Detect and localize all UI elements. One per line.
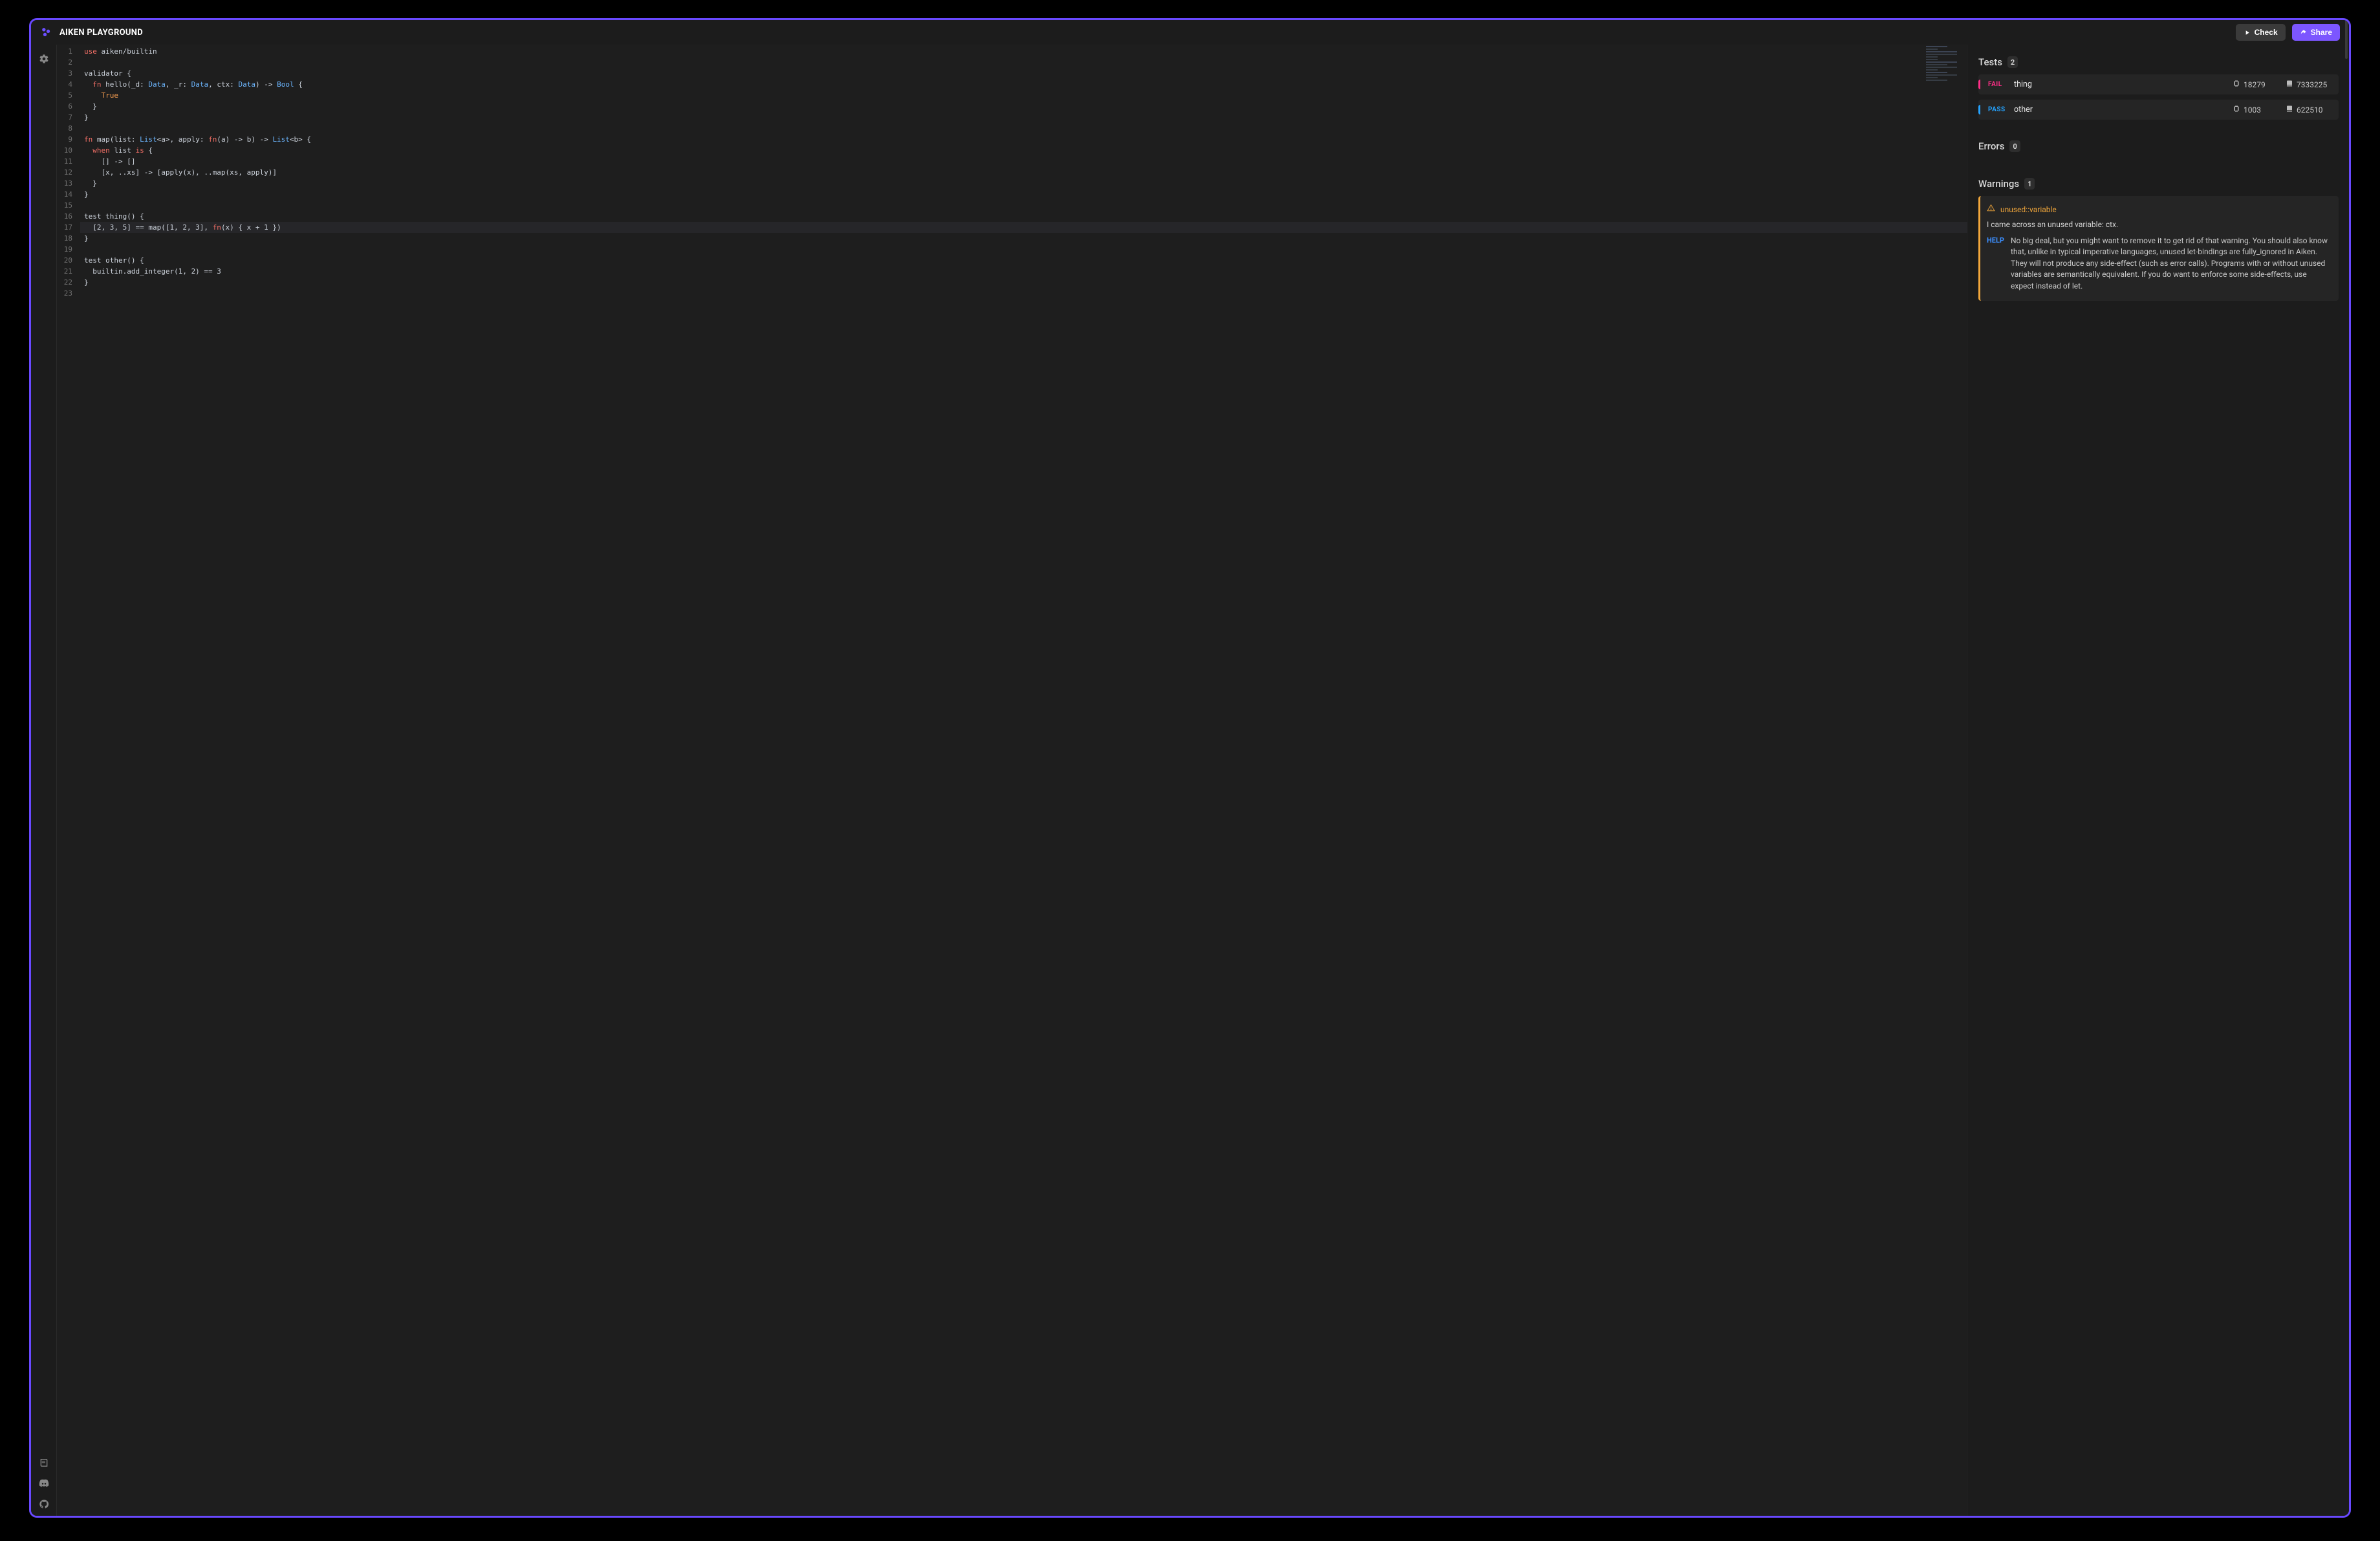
warning-code: unused::variable	[2000, 205, 2057, 214]
test-status-tag: PASS	[1988, 106, 2006, 113]
editor-pane[interactable]: 1234567891011121314151617181920212223 us…	[57, 45, 1967, 1516]
warning-card: unused::variableI came across an unused …	[1978, 196, 2339, 301]
warning-help-text: No big deal, but you might want to remov…	[2011, 235, 2330, 292]
cpu-icon	[2233, 105, 2240, 115]
tests-title: Tests	[1978, 56, 2002, 68]
share-arrow-icon	[2300, 29, 2307, 36]
window-scrollbar[interactable]	[2345, 20, 2348, 59]
discord-icon[interactable]	[35, 1474, 53, 1492]
test-row[interactable]: FAIL thing 18279 7333225	[1978, 74, 2339, 94]
test-name: other	[2014, 105, 2033, 115]
test-status-tag: FAIL	[1988, 81, 2006, 88]
test-status-stripe	[1978, 105, 1980, 115]
body: 1234567891011121314151617181920212223 us…	[31, 45, 2349, 1516]
errors-section-head: Errors 0	[1978, 140, 2339, 152]
test-cpu-metric: 18279	[2233, 80, 2278, 89]
play-icon	[2244, 29, 2251, 36]
github-icon[interactable]	[35, 1495, 53, 1513]
docs-icon[interactable]	[35, 1454, 53, 1472]
app-window: AIKEN PLAYGROUND Check Share	[29, 18, 2351, 1518]
check-button[interactable]: Check	[2236, 24, 2286, 41]
aiken-logo-icon	[40, 26, 53, 39]
warnings-title: Warnings	[1978, 178, 2019, 190]
warnings-section-head: Warnings 1	[1978, 178, 2339, 190]
errors-title: Errors	[1978, 140, 2004, 152]
editor-code[interactable]: use aiken/builtin validator { fn hello(_…	[80, 45, 1967, 1516]
memory-icon	[2286, 105, 2293, 115]
warnings-count-badge: 1	[2024, 178, 2035, 190]
test-mem-metric: 7333225	[2286, 80, 2331, 89]
warnings-list: unused::variableI came across an unused …	[1978, 196, 2339, 301]
share-button-label: Share	[2311, 28, 2332, 37]
tests-list: FAIL thing 18279 7333225 PASS other 1003 622510	[1978, 74, 2339, 120]
editor-gutter: 1234567891011121314151617181920212223	[57, 45, 80, 1516]
warning-message: I came across an unused variable: ctx.	[1987, 220, 2330, 229]
memory-icon	[2286, 80, 2293, 89]
test-mem-metric: 622510	[2286, 105, 2331, 115]
test-name: thing	[2014, 80, 2032, 89]
share-button[interactable]: Share	[2292, 24, 2340, 41]
settings-icon[interactable]	[35, 50, 53, 68]
warning-help-label: HELP	[1987, 236, 2004, 292]
test-cpu-metric: 1003	[2233, 105, 2278, 115]
test-status-stripe	[1978, 80, 1980, 89]
errors-count-badge: 0	[2009, 140, 2020, 152]
tests-section-head: Tests 2	[1978, 56, 2339, 68]
sidebar	[31, 45, 57, 1516]
check-button-label: Check	[2255, 28, 2278, 37]
cpu-icon	[2233, 80, 2240, 89]
test-row[interactable]: PASS other 1003 622510	[1978, 100, 2339, 120]
results-pane: Tests 2 FAILthing182797333225PASSother10…	[1967, 45, 2349, 1516]
app-title: AIKEN PLAYGROUND	[60, 28, 143, 38]
warning-triangle-icon	[1987, 204, 1995, 215]
tests-count-badge: 2	[2007, 56, 2018, 68]
header: AIKEN PLAYGROUND Check Share	[31, 20, 2349, 45]
